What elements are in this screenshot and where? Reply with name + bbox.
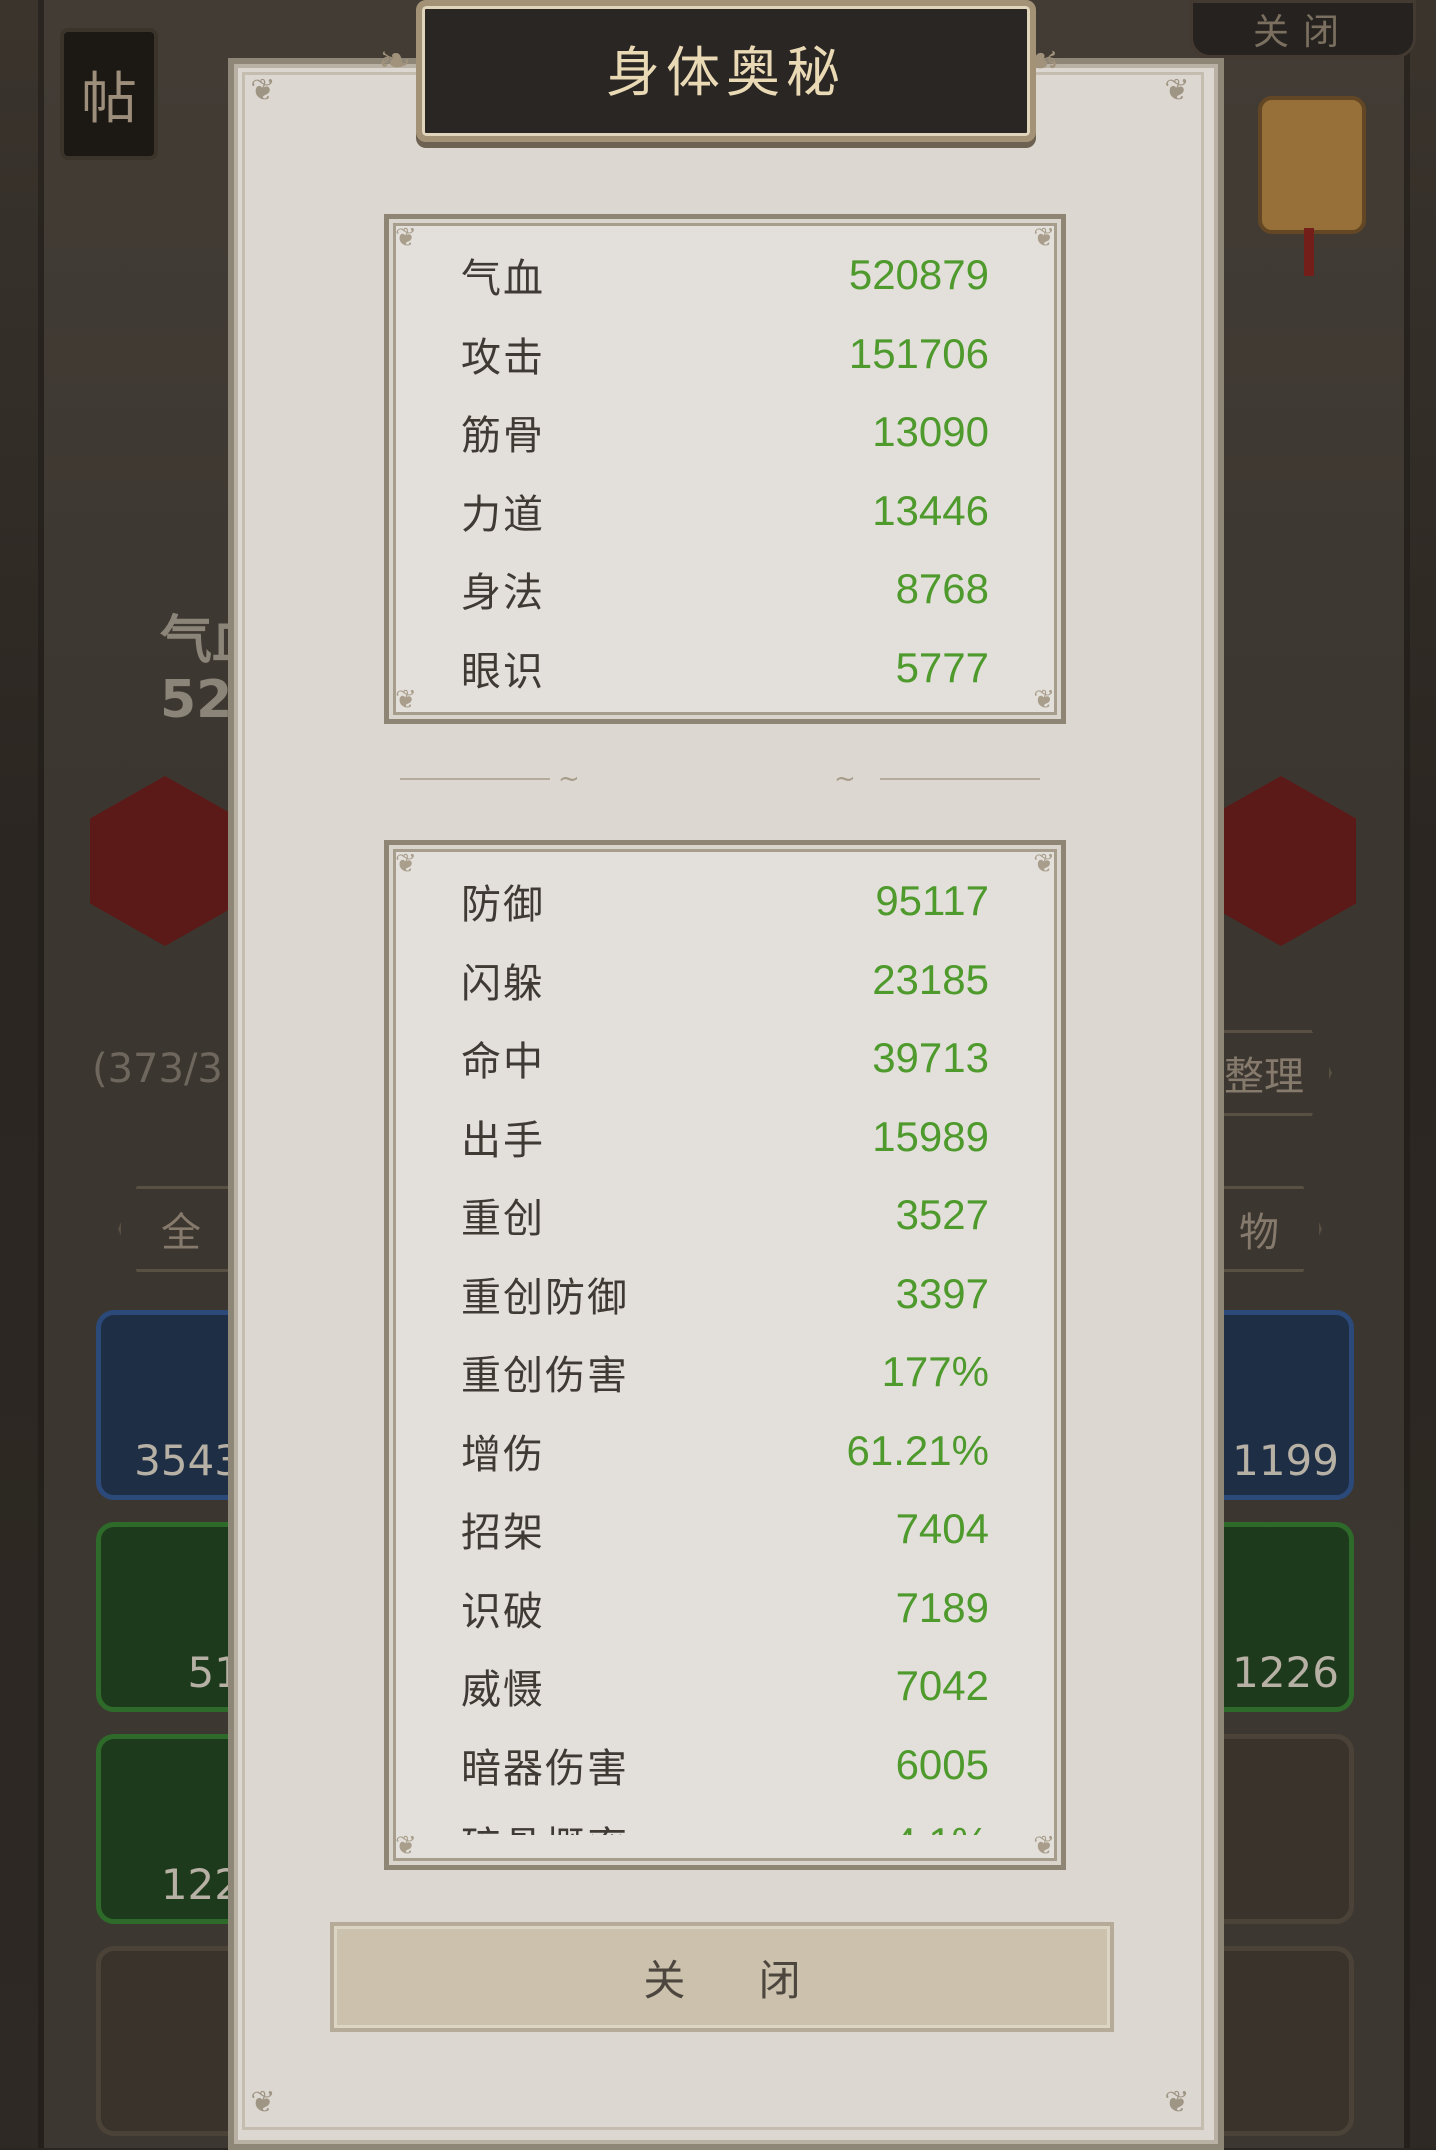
secondary-stats-panel[interactable]: ❦ ❦ ❦ ❦ 防御 95117 闪躲 23185 命中 39713 出手 15989 重创 35… — [384, 840, 1066, 1870]
stat-value: 6005 — [895, 1740, 989, 1788]
stat-value: 61.21% — [846, 1426, 989, 1474]
section-divider: ~ ~ — [400, 764, 1040, 794]
corner-ornament-icon: ❦ — [1033, 223, 1055, 253]
stat-row: 增伤 61.21% — [461, 1421, 989, 1481]
stat-row: 攻击 151706 — [461, 324, 989, 384]
stat-value: 23185 — [872, 955, 989, 1003]
stat-row: 防御 95117 — [461, 871, 989, 931]
slot-count: 1226 — [1232, 1648, 1339, 1697]
stat-value: 8768 — [895, 565, 989, 612]
stat-value: 7189 — [895, 1583, 989, 1631]
filter-all-tab[interactable]: 全 — [118, 1186, 244, 1272]
stat-row: 闪躲 23185 — [461, 950, 989, 1010]
inventory-count: (373/3 — [92, 1046, 223, 1092]
corner-ornament-icon: ❦ — [1164, 2085, 1190, 2120]
slot-count: 3543 — [134, 1436, 241, 1485]
filter-all-label: 全 — [161, 1210, 201, 1256]
stat-row: 眼识 5777 — [461, 638, 989, 698]
close-button-label: 关 闭 — [643, 1955, 831, 2005]
stat-label: 增伤 — [461, 1431, 545, 1478]
corner-ornament-icon: ❦ — [395, 685, 417, 715]
filter-item-label: 物 — [1239, 1210, 1279, 1256]
stat-label: 识破 — [461, 1588, 545, 1635]
stat-value: 13446 — [872, 486, 989, 534]
stat-row: 重创防御 3397 — [461, 1264, 989, 1324]
stat-label: 威慑 — [461, 1667, 545, 1713]
dialog-title-plate: 身体奥秘 — [416, 0, 1036, 142]
stat-label: 出手 — [461, 1117, 545, 1164]
stat-value: 13090 — [872, 408, 989, 455]
stat-value: 151706 — [848, 329, 989, 377]
dialog-title: 身体奥秘 — [606, 41, 846, 104]
post-badge-button[interactable]: 帖 — [60, 28, 158, 160]
stat-label: 身法 — [461, 570, 545, 616]
stat-row: 招架 7404 — [461, 1499, 989, 1559]
stat-value: 7404 — [895, 1505, 989, 1552]
stat-value: 95117 — [875, 877, 989, 924]
stat-value: 15989 — [872, 1112, 989, 1160]
stat-label: 重创伤害 — [461, 1353, 629, 1399]
corner-ornament-icon: ❦ — [250, 73, 276, 108]
corner-ornament-icon: ❦ — [1033, 685, 1055, 715]
stat-label: 力道 — [461, 491, 545, 538]
stat-label: 命中 — [461, 1039, 545, 1085]
stat-row: 筋骨 13090 — [461, 402, 989, 462]
seal-ornament-icon[interactable] — [1258, 96, 1366, 276]
stat-row: 暗器伤害 6005 — [461, 1735, 989, 1795]
stat-row: 碎骨概率 4.1% — [461, 1813, 989, 1835]
stat-row: 重创 3527 — [461, 1185, 989, 1245]
stat-row: 出手 15989 — [461, 1107, 989, 1167]
stat-value: 4.1% — [893, 1819, 989, 1835]
stat-value: 177% — [881, 1348, 989, 1395]
corner-ornament-icon: ❦ — [395, 1831, 417, 1861]
stat-label: 攻击 — [461, 334, 545, 381]
stat-value: 3397 — [895, 1269, 989, 1317]
close-button[interactable]: 关 闭 — [330, 1922, 1114, 2032]
stat-label: 暗器伤害 — [461, 1745, 629, 1792]
stat-value: 5777 — [895, 643, 989, 691]
title-wing-left-icon: ❧ — [378, 38, 412, 84]
stat-label: 防御 — [461, 882, 545, 928]
stat-value: 3527 — [895, 1191, 989, 1238]
divider-ornament-icon: ~ — [834, 764, 856, 794]
stat-row: 力道 13446 — [461, 481, 989, 541]
stat-label: 碎骨概率 — [461, 1814, 629, 1835]
divider-ornament-icon: ~ — [558, 764, 580, 794]
sort-button-label: 整理 — [1224, 1054, 1304, 1100]
stat-value: 7042 — [895, 1662, 989, 1709]
stat-row: 命中 39713 — [461, 1028, 989, 1088]
stat-row: 气血 520879 — [461, 245, 989, 305]
background-close-button[interactable]: 关闭 — [1190, 0, 1416, 58]
stat-label: 重创 — [461, 1196, 545, 1242]
stat-label: 筋骨 — [461, 413, 545, 459]
slot-count: 1199 — [1232, 1436, 1339, 1485]
stat-label: 招架 — [461, 1510, 545, 1556]
corner-ornament-icon: ❦ — [395, 223, 417, 253]
stat-label: 气血 — [461, 256, 545, 302]
stat-row: 识破 7189 — [461, 1578, 989, 1638]
stat-row: 身法 8768 — [461, 559, 989, 619]
corner-ornament-icon: ❦ — [1164, 73, 1190, 108]
corner-ornament-icon: ❦ — [1033, 1831, 1055, 1861]
stat-label: 重创防御 — [461, 1274, 629, 1321]
primary-stats-panel: ❦ ❦ ❦ ❦ 气血 520879 攻击 151706 筋骨 13090 力道 13446 身法… — [384, 214, 1066, 724]
corner-ornament-icon: ❦ — [250, 2085, 276, 2120]
stat-value: 520879 — [848, 251, 989, 298]
stat-label: 闪躲 — [461, 960, 545, 1007]
stat-label: 眼识 — [461, 648, 545, 695]
stat-row: 威慑 7042 — [461, 1656, 989, 1716]
stat-row: 重创伤害 177% — [461, 1342, 989, 1402]
stat-value: 39713 — [872, 1034, 989, 1081]
